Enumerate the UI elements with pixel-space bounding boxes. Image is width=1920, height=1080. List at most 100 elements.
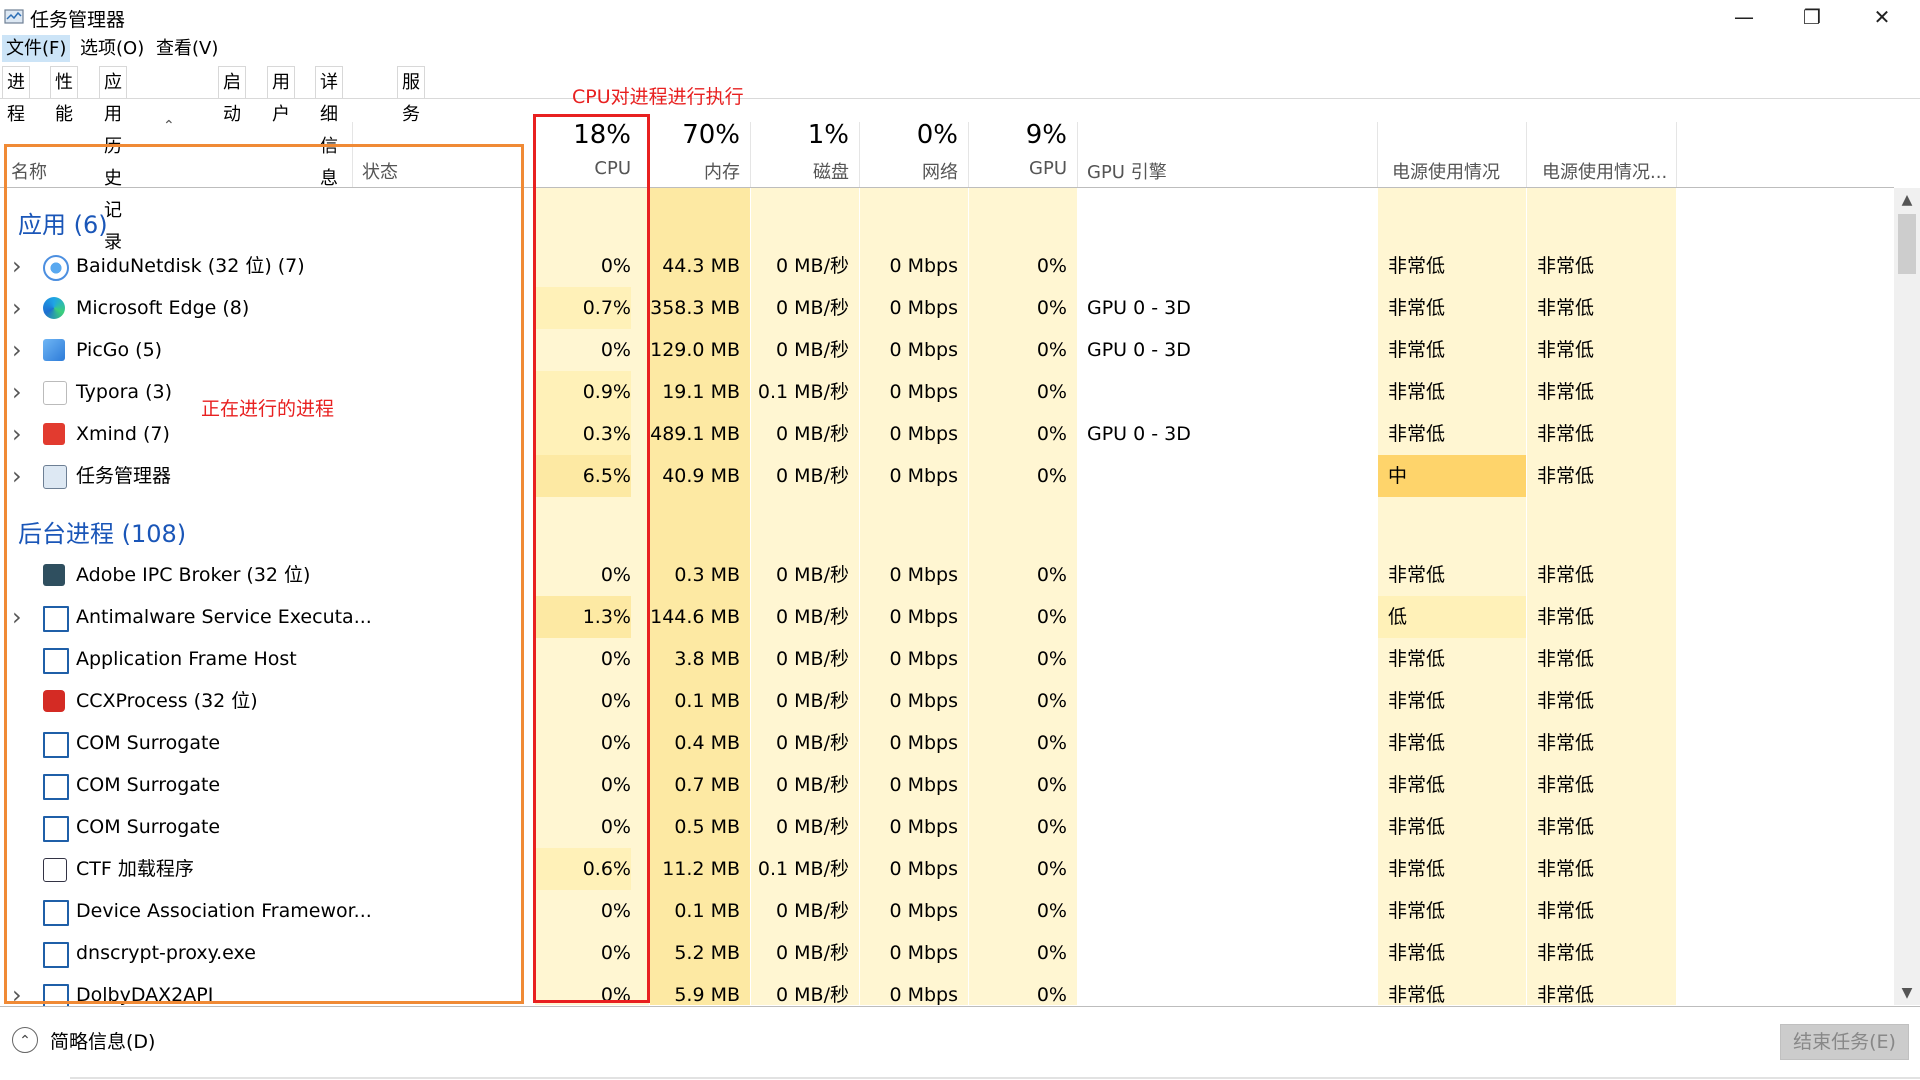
power-trend-value: 非常低 [1537,732,1595,754]
memory-value: 0.5 MB [674,816,740,838]
scroll-down-icon[interactable]: ▼ [1894,981,1920,1005]
restore-icon: ❐ [1803,4,1821,29]
power-trend-value: 非常低 [1537,690,1595,712]
column-memory[interactable]: 内存 [650,158,740,184]
fewer-details-button[interactable]: 简略信息(D) [50,1027,155,1054]
title-bar: 任务管理器 — ❐ ✕ [0,0,1920,33]
gpu-engine-value [1087,722,1367,764]
disk-value: 0 MB/秒 [776,297,849,319]
network-value: 0 Mbps [889,606,958,628]
network-value: 0 Mbps [889,465,958,487]
network-value: 0 Mbps [889,255,958,277]
task-manager-icon [4,9,24,24]
column-power[interactable]: 电源使用情况 [1392,158,1500,184]
power-value: 非常低 [1388,858,1446,880]
menu-file[interactable]: 文件(F) [2,35,71,62]
gpu-engine-value: GPU 0 - 3D [1087,297,1191,319]
network-value: 0 Mbps [889,423,958,445]
power-value: 低 [1378,596,1526,638]
disk-value: 0 MB/秒 [776,774,849,796]
memory-value: 5.2 MB [674,942,740,964]
gpu-value: 0% [1036,465,1067,487]
tab-app-history[interactable]: 应用历史记录 [99,66,127,253]
gpu-engine-value [1087,596,1367,638]
gpu-engine-value [1087,554,1367,596]
power-trend-value: 非常低 [1537,339,1595,361]
chevron-up-icon[interactable]: ⌃ [12,1027,38,1053]
gpu-engine-value [1087,680,1367,722]
column-gpu[interactable]: GPU [969,158,1067,179]
tab-users[interactable]: 用户 [267,66,295,125]
power-value: 中 [1378,455,1526,497]
gpu-total: 9% [1025,120,1067,150]
disk-value: 0 MB/秒 [776,648,849,670]
power-trend-value: 非常低 [1537,297,1595,319]
network-value: 0 Mbps [889,564,958,586]
memory-value: 144.6 MB [650,606,740,628]
network-value: 0 Mbps [889,297,958,319]
tab-services[interactable]: 服务 [397,66,425,125]
gpu-engine-value [1087,764,1367,806]
footer: ⌃ 简略信息(D) 结束任务(E) [0,1007,1920,1080]
tab-startup[interactable]: 启动 [218,66,246,125]
sort-up-icon[interactable]: ⌃ [163,118,175,134]
network-value: 0 Mbps [889,816,958,838]
power-trend-value: 非常低 [1537,858,1595,880]
minimize-button[interactable]: — [1710,0,1778,33]
network-value: 0 Mbps [889,339,958,361]
scroll-up-icon[interactable]: ▲ [1894,188,1920,212]
network-total: 0% [916,120,958,150]
network-value: 0 Mbps [889,648,958,670]
restore-button[interactable]: ❐ [1778,0,1846,33]
tab-divider [0,98,1920,99]
column-gpu-engine[interactable]: GPU 引擎 [1087,158,1167,184]
memory-value: 129.0 MB [650,339,740,361]
end-task-button[interactable]: 结束任务(E) [1780,1024,1909,1060]
gpu-value: 0% [1036,900,1067,922]
tab-details[interactable]: 详细信息 [315,66,343,189]
disk-value: 0 MB/秒 [776,942,849,964]
column-separator [1676,122,1677,188]
close-icon: ✕ [1873,4,1891,29]
column-power-trend[interactable]: 电源使用情况... [1542,158,1667,184]
gpu-value: 0% [1036,858,1067,880]
disk-value: 0 MB/秒 [776,255,849,277]
disk-value: 0 MB/秒 [776,732,849,754]
gpu-value: 0% [1036,606,1067,628]
gpu-value: 0% [1036,255,1067,277]
vertical-scrollbar[interactable]: ▲ ▼ [1894,188,1920,1005]
power-trend-value: 非常低 [1537,816,1595,838]
gpu-engine-value [1087,638,1367,680]
gpu-value: 0% [1036,816,1067,838]
column-disk[interactable]: 磁盘 [751,158,849,184]
column-separator [1077,122,1078,188]
menu-view[interactable]: 查看(V) [152,35,222,62]
memory-value: 358.3 MB [650,297,740,319]
power-value: 非常低 [1388,297,1446,319]
disk-value: 0 MB/秒 [776,465,849,487]
gpu-engine-value [1087,806,1367,848]
power-trend-value: 非常低 [1537,564,1595,586]
tab-performance[interactable]: 性能 [50,66,78,125]
scroll-thumb[interactable] [1898,214,1916,274]
power-value: 非常低 [1388,339,1446,361]
gpu-engine-value [1087,932,1367,974]
gpu-value: 0% [1036,648,1067,670]
memory-value: 0.1 MB [674,690,740,712]
annotation-process-label: 正在进行的进程 [201,398,335,420]
memory-value: 0.3 MB [674,564,740,586]
tab-processes[interactable]: 进程 [2,66,30,125]
power-value: 非常低 [1388,648,1446,670]
memory-value: 489.1 MB [650,423,740,445]
memory-value: 0.1 MB [674,900,740,922]
menu-options[interactable]: 选项(O) [76,35,148,62]
gpu-engine-value: GPU 0 - 3D [1087,339,1191,361]
annotation-cpu-box [533,114,650,1003]
column-separator [1377,122,1378,188]
window-title: 任务管理器 [30,9,126,31]
close-button[interactable]: ✕ [1848,0,1916,33]
gpu-value: 0% [1036,297,1067,319]
memory-value: 44.3 MB [662,255,740,277]
memory-value: 0.4 MB [674,732,740,754]
column-network[interactable]: 网络 [860,158,958,184]
